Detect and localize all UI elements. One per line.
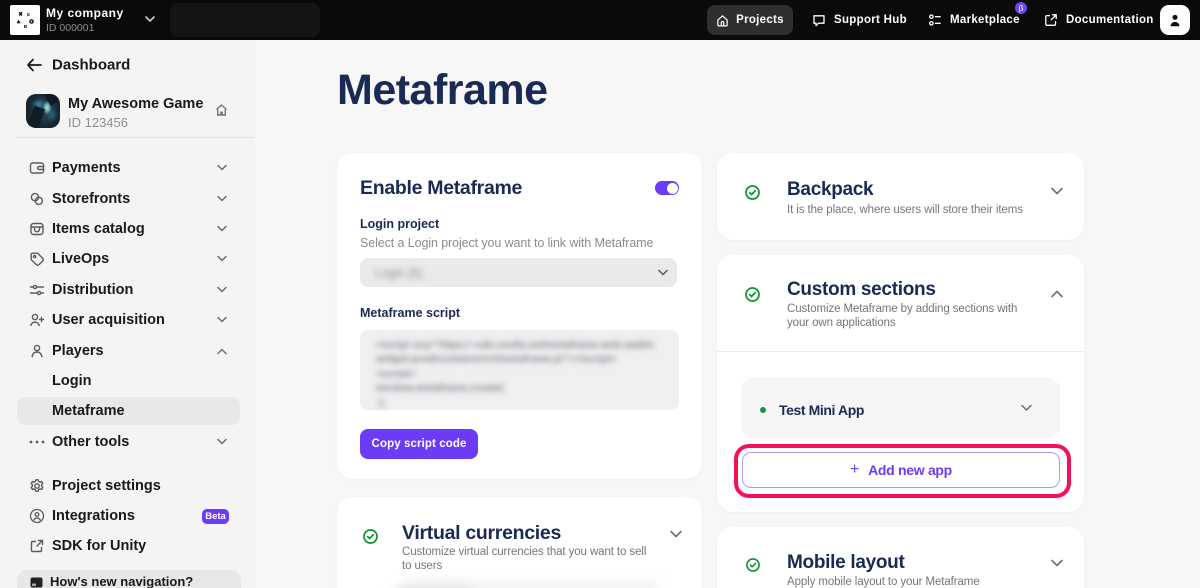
svg-text:s: s (27, 12, 30, 18)
svg-text:B: B (24, 24, 28, 30)
